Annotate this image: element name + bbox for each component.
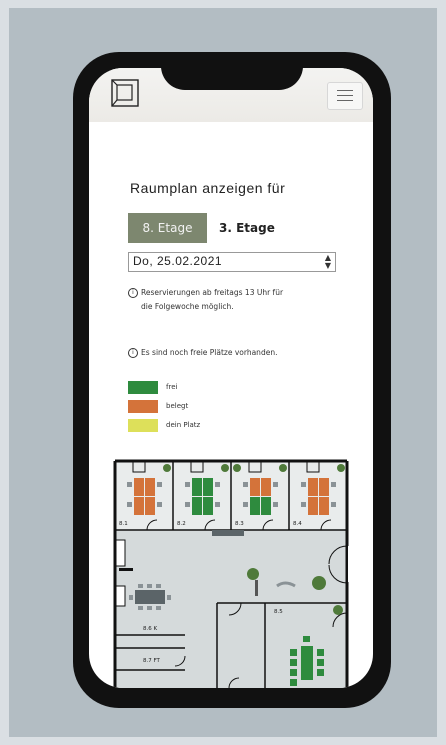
date-select-value: Do, 25.02.2021 <box>133 254 223 268</box>
hamburger-menu-icon[interactable] <box>327 82 363 110</box>
legend-label-free: frei <box>166 383 178 391</box>
availability-notice: i Es sind noch freie Plätze vorhanden. <box>128 346 277 360</box>
floor-tab-3[interactable]: 3. Etage <box>219 213 275 243</box>
info-icon: i <box>128 348 138 358</box>
reservation-notice-line2: die Folgewoche möglich. <box>141 302 234 311</box>
floor-tab-8[interactable]: 8. Etage <box>128 213 207 243</box>
reservation-notice-line1: Reservierungen ab freitags 13 Uhr für <box>141 288 284 297</box>
date-select[interactable]: Do, 25.02.2021 ▲ ▼ <box>128 252 336 272</box>
room-label-8-2: 8.2 <box>177 521 186 527</box>
room-label-8-3: 8.3 <box>235 521 244 527</box>
legend-swatch-free <box>128 381 158 394</box>
legend-swatch-taken <box>128 400 158 413</box>
reservation-notice: i Reservierungen ab freitags 13 Uhr für d… <box>128 286 283 314</box>
info-icon: i <box>128 288 138 298</box>
phone-notch <box>161 52 303 90</box>
room-label-8-6: 8.6 K <box>143 626 157 632</box>
floorplan: 8.1 8.2 8.3 8.4 8.5 8.6 K 8.7 FT <box>113 459 352 688</box>
phone-screen: Raumplan anzeigen für 8. Etage 3. Etage … <box>89 68 373 688</box>
select-arrows-icon: ▲ ▼ <box>324 253 331 270</box>
legend-label-yours: dein Platz <box>166 421 201 429</box>
cube-outline-icon[interactable] <box>111 79 139 107</box>
availability-text: Es sind noch freie Plätze vorhanden. <box>141 348 278 357</box>
page-title: Raumplan anzeigen für <box>130 180 286 196</box>
room-label-8-5: 8.5 <box>274 609 283 615</box>
legend-label-taken: belegt <box>166 402 189 410</box>
room-label-8-1: 8.1 <box>119 521 128 527</box>
legend-swatch-yours <box>128 419 158 432</box>
room-label-8-4: 8.4 <box>293 521 302 527</box>
room-label-8-7: 8.7 FT <box>143 658 161 664</box>
